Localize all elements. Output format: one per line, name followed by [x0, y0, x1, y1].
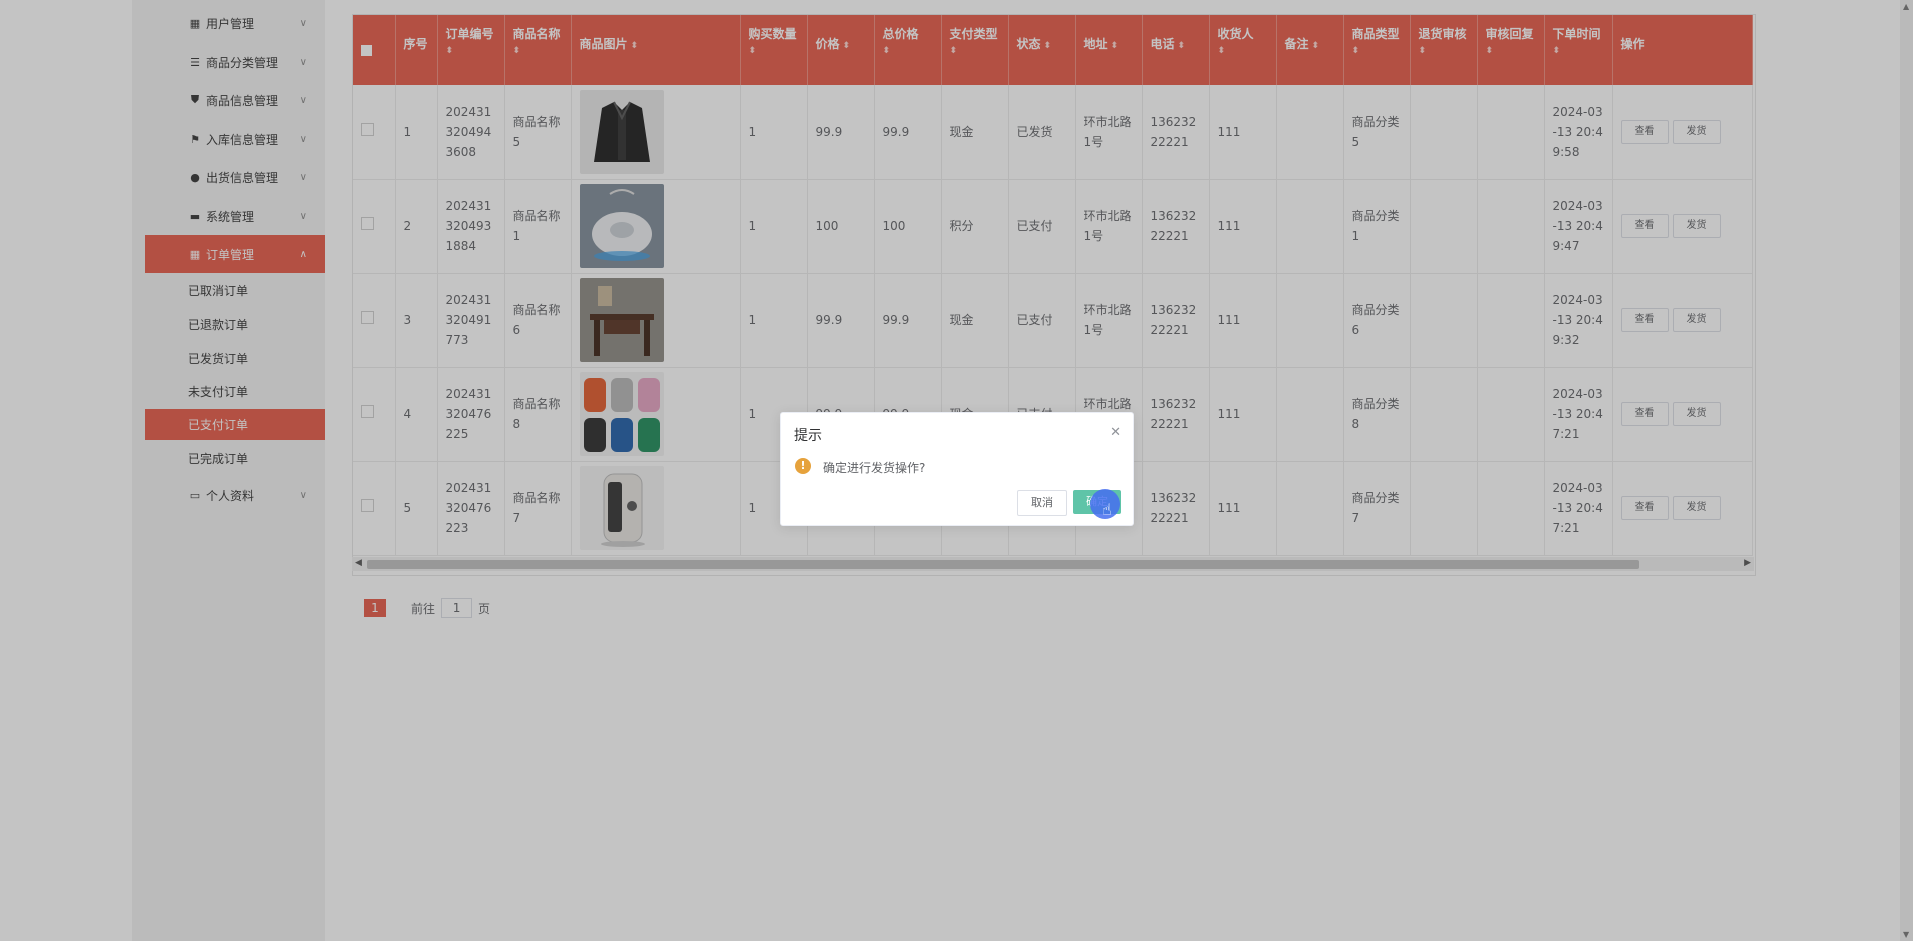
- cancel-button[interactable]: 取消: [1017, 490, 1067, 516]
- warning-icon: !: [795, 458, 811, 474]
- page: ▦ 用户管理 ∨ ☰ 商品分类管理 ∨ ⛊ 商品信息管理 ∨ ⚑ 入库信息管理 …: [0, 0, 1913, 941]
- dialog-title: 提示: [794, 428, 822, 444]
- confirm-dialog: 提示 ✕ ! 确定进行发货操作? 取消 确定: [780, 412, 1134, 526]
- close-icon[interactable]: ✕: [1110, 425, 1121, 440]
- hand-cursor-icon: ☝: [1102, 500, 1112, 519]
- dialog-message: 确定进行发货操作?: [823, 461, 926, 475]
